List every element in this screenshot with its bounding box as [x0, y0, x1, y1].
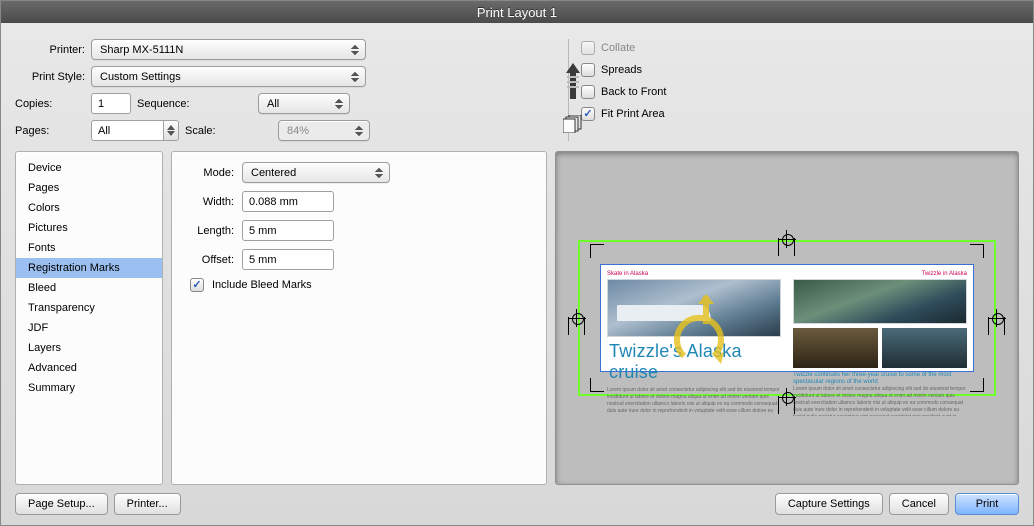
document-spread: Skate in Alaska Twizzle's Alaska cruise … — [600, 264, 974, 372]
printer-select[interactable]: Sharp MX-5111N — [91, 39, 366, 60]
sidebar-item-pictures[interactable]: Pictures — [16, 218, 162, 238]
dialog-content: Printer: Sharp MX-5111N Print Style: Cus… — [1, 23, 1033, 525]
sidebar-item-fonts[interactable]: Fonts — [16, 238, 162, 258]
copies-input[interactable] — [91, 93, 131, 114]
preview-photo — [882, 328, 967, 368]
spreads-label: Spreads — [601, 64, 642, 76]
printer-value: Sharp MX-5111N — [100, 44, 183, 56]
bottom-bar: Page Setup... Printer... Capture Setting… — [15, 485, 1019, 515]
offset-input[interactable] — [242, 249, 334, 270]
sidebar-item-bleed[interactable]: Bleed — [16, 278, 162, 298]
width-label: Width: — [186, 196, 234, 208]
print-dialog-window: Print Layout 1 Printer: Sharp MX-5111N P… — [0, 0, 1034, 526]
collate-checkbox — [581, 41, 595, 55]
include-bleed-checkbox[interactable] — [190, 278, 204, 292]
middle-panels: DevicePagesColorsPicturesFontsRegistrati… — [15, 151, 1019, 485]
sidebar-item-pages[interactable]: Pages — [16, 178, 162, 198]
sidebar-item-colors[interactable]: Colors — [16, 198, 162, 218]
mode-value: Centered — [251, 167, 296, 179]
cancel-button[interactable]: Cancel — [889, 493, 949, 515]
collate-pages-icon[interactable] — [563, 115, 583, 133]
sequence-select[interactable]: All — [258, 93, 350, 114]
sequence-value: All — [267, 98, 279, 110]
window-title: Print Layout 1 — [1, 1, 1033, 23]
collate-label: Collate — [601, 42, 635, 54]
crop-mark-icon — [970, 378, 984, 392]
sidebar-item-advanced[interactable]: Advanced — [16, 358, 162, 378]
mode-select[interactable]: Centered — [242, 162, 390, 183]
page-caption-right: Twizzle in Alaska — [793, 271, 967, 277]
pages-stepper[interactable] — [163, 120, 179, 141]
mode-label: Mode: — [186, 167, 234, 179]
sidebar-item-summary[interactable]: Summary — [16, 378, 162, 398]
page-setup-button[interactable]: Page Setup... — [15, 493, 108, 515]
length-input[interactable] — [242, 220, 334, 241]
preview-subhead: Twizzle continues her three-year cruise … — [793, 372, 967, 386]
scale-value: 84% — [287, 125, 309, 137]
copies-label: Copies: — [15, 98, 85, 110]
fit-print-area-label: Fit Print Area — [601, 108, 665, 120]
width-input[interactable] — [242, 191, 334, 212]
orientation-overlay-icon — [664, 286, 734, 376]
crop-mark-icon — [590, 244, 604, 258]
print-style-value: Custom Settings — [100, 71, 181, 83]
print-button[interactable]: Print — [955, 493, 1019, 515]
top-panel: Printer: Sharp MX-5111N Print Style: Cus… — [15, 39, 1019, 141]
category-sidebar: DevicePagesColorsPicturesFontsRegistrati… — [15, 151, 163, 485]
include-bleed-label: Include Bleed Marks — [212, 279, 312, 291]
crop-mark-icon — [970, 244, 984, 258]
back-to-front-checkbox[interactable] — [581, 85, 595, 99]
print-options: Collate Spreads Back to Front Fit Print … — [581, 39, 666, 141]
sidebar-item-device[interactable]: Device — [16, 158, 162, 178]
scale-label: Scale: — [185, 125, 272, 137]
preview-body-text: Lorem ipsum dolor sit amet consectetur a… — [793, 386, 967, 416]
offset-label: Offset: — [186, 254, 234, 266]
fit-print-area-checkbox[interactable] — [581, 107, 595, 121]
page-sheet: Skate in Alaska Twizzle's Alaska cruise … — [578, 240, 996, 396]
pages-label: Pages: — [15, 125, 85, 137]
back-to-front-label: Back to Front — [601, 86, 666, 98]
pages-combo[interactable] — [91, 120, 179, 141]
spreads-checkbox[interactable] — [581, 63, 595, 77]
registration-mark-icon — [570, 311, 584, 325]
sidebar-item-registration-marks[interactable]: Registration Marks — [16, 258, 162, 278]
top-form: Printer: Sharp MX-5111N Print Style: Cus… — [15, 39, 560, 141]
orientation-arrow-icon[interactable] — [564, 61, 582, 101]
sidebar-item-jdf[interactable]: JDF — [16, 318, 162, 338]
registration-mark-icon — [990, 311, 1004, 325]
registration-mark-icon — [780, 232, 794, 246]
scale-select: 84% — [278, 120, 370, 141]
sidebar-item-transparency[interactable]: Transparency — [16, 298, 162, 318]
detail-panel: Mode: Centered Width: Length: Offset: — [171, 151, 547, 485]
sidebar-item-layers[interactable]: Layers — [16, 338, 162, 358]
print-preview[interactable]: Skate in Alaska Twizzle's Alaska cruise … — [555, 151, 1019, 485]
preview-body-text: Lorem ipsum dolor sit amet consectetur a… — [607, 387, 781, 415]
registration-mark-icon — [780, 390, 794, 404]
print-style-label: Print Style: — [15, 71, 85, 83]
page-caption-left: Skate in Alaska — [607, 271, 781, 277]
capture-settings-button[interactable]: Capture Settings — [775, 493, 883, 515]
preview-photo — [793, 279, 967, 324]
preview-photo — [793, 328, 878, 368]
crop-mark-icon — [590, 378, 604, 392]
pages-input[interactable] — [91, 120, 163, 141]
sequence-label: Sequence: — [137, 98, 252, 110]
print-style-select[interactable]: Custom Settings — [91, 66, 366, 87]
length-label: Length: — [186, 225, 234, 237]
printer-button[interactable]: Printer... — [114, 493, 181, 515]
printer-label: Printer: — [15, 44, 85, 56]
